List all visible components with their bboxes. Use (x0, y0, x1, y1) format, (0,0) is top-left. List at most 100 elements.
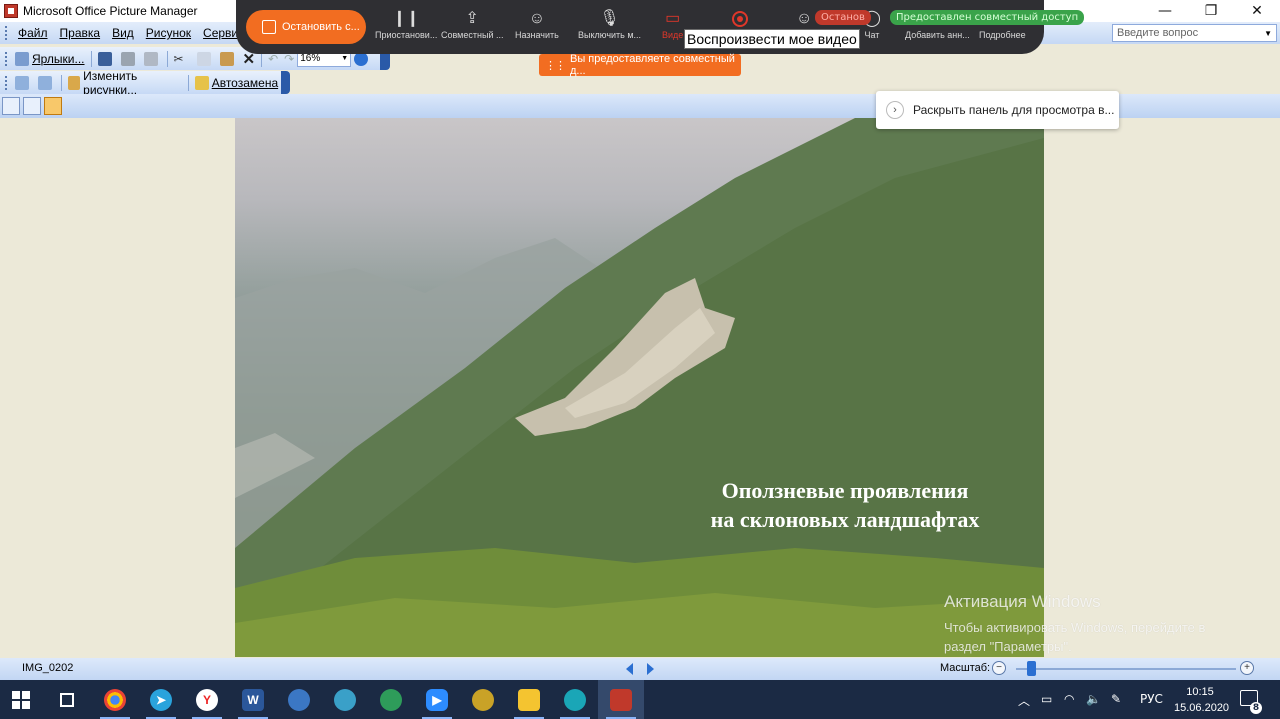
help-placeholder: Введите вопрос (1117, 27, 1199, 39)
status-bar: IMG_0202 Масштаб: − + (0, 658, 1280, 680)
taskbar-telegram[interactable]: ➤ (138, 680, 184, 719)
wifi-icon[interactable]: ◠ (1064, 692, 1074, 706)
menu-file[interactable]: Файл (12, 26, 54, 40)
sharing-status-pill: Предоставлен совместный доступ (890, 10, 1085, 25)
save-button[interactable] (95, 49, 118, 69)
folder-icon (518, 688, 540, 711)
menu-view[interactable]: Вид (106, 26, 140, 40)
new-share-button[interactable]: ⇪ Совместный ... (441, 8, 503, 40)
mute-button[interactable]: 🎙 Выключить м... (578, 8, 641, 40)
telegram-icon: ➤ (150, 688, 172, 711)
pause-share-button[interactable]: ❙❙ Приостанови... (375, 8, 437, 40)
toolbar-grip[interactable] (5, 75, 8, 90)
close-button[interactable]: ✕ (1234, 0, 1280, 22)
help-dropdown-icon[interactable]: ▼ (1264, 29, 1272, 38)
record-button[interactable] (732, 8, 748, 30)
share-label: Совместный ... (441, 30, 504, 40)
chat-label: Чат (864, 30, 880, 40)
taskbar-search-app[interactable] (322, 680, 368, 719)
sharing-notice[interactable]: ⋮⋮ Вы предоставляете совместный д... (539, 53, 741, 77)
record-icon-wrap (732, 8, 748, 30)
record-icon (732, 11, 748, 27)
taskbar-chrome[interactable] (92, 680, 138, 719)
zoom-in-icon[interactable]: + (1240, 661, 1254, 675)
zoom-combo-dropdown-icon[interactable]: ▼ (341, 55, 348, 62)
taskbar-clock[interactable]: 10:15 15.06.2020 (1174, 684, 1229, 716)
rotate-right-button[interactable] (35, 73, 58, 93)
taskbar-word[interactable]: W (230, 680, 276, 719)
participants-button[interactable]: ☺ (796, 8, 812, 30)
windows-start-icon[interactable] (12, 691, 30, 709)
zoom-slider-track[interactable] (1016, 668, 1236, 670)
picture-manager-taskbar-icon (610, 688, 632, 711)
mail-icon (143, 51, 158, 66)
help-question-input[interactable]: Введите вопрос ▼ (1112, 24, 1277, 42)
assign-label: Назначить (515, 30, 559, 40)
battery-icon[interactable]: ▭ (1041, 692, 1052, 706)
task-view-button[interactable] (44, 680, 90, 719)
caption-line-1: Оползневые проявления (721, 478, 969, 503)
menu-grip[interactable] (5, 26, 8, 40)
browser-app-icon (564, 688, 586, 711)
taskbar-file-explorer[interactable] (506, 680, 552, 719)
picture-pane: Оползневые проявления на склоновых ландш… (0, 118, 1280, 658)
expand-panel-button[interactable]: › Раскрыть панель для просмотра в... (876, 91, 1119, 129)
toolbar-grip[interactable] (5, 51, 8, 66)
google-earth-icon (288, 688, 310, 711)
previous-picture-icon[interactable] (626, 663, 633, 675)
print-button[interactable] (118, 49, 141, 69)
restore-button[interactable]: ❐ (1188, 0, 1234, 22)
assign-button[interactable]: ☺ Назначить (515, 8, 559, 40)
shortcuts-icon (15, 51, 29, 66)
stop-share-button[interactable]: Остановить с... (246, 10, 366, 44)
mute-label: Выключить м... (578, 30, 642, 40)
copy-button[interactable] (194, 49, 217, 69)
print-icon (120, 51, 135, 66)
sharing-notice-text: Вы предоставляете совместный д... (570, 53, 735, 77)
stop-share-icon (262, 20, 276, 34)
taskbar-google-earth[interactable] (276, 680, 322, 719)
taskbar-zoom[interactable]: ▶ (414, 680, 460, 719)
paste-button[interactable] (217, 49, 240, 69)
zoom-slider-thumb[interactable] (1026, 661, 1036, 676)
activation-line-2: раздел "Параметры". (944, 639, 1072, 654)
pause-label: Приостанови... (375, 30, 438, 40)
shortcuts-label: Ярлыки... (32, 51, 85, 66)
minimize-button[interactable]: — (1142, 0, 1188, 22)
single-picture-view-icon[interactable] (44, 97, 62, 115)
zoom-icon: ▶ (426, 688, 448, 711)
taskbar-globe-app[interactable] (368, 680, 414, 719)
filmstrip-view-icon[interactable] (23, 97, 41, 115)
autocorrect-button[interactable]: Автозамена (192, 73, 281, 93)
toolbar-separator (60, 74, 62, 91)
mail-button[interactable] (141, 49, 164, 69)
menu-edit[interactable]: Правка (54, 26, 107, 40)
thumbnail-view-icon[interactable] (2, 97, 20, 115)
taskbar-picture-manager[interactable] (598, 680, 644, 719)
stop-pill[interactable]: Останов (815, 10, 871, 25)
zoom-out-icon[interactable]: − (992, 661, 1006, 675)
rotate-left-icon (14, 75, 29, 90)
tray-chevron-icon[interactable]: ︿ (1018, 692, 1030, 709)
picture-toolbar: Изменить рисунки... Автозамена (0, 69, 290, 97)
drag-handle-icon[interactable]: ⋮⋮ (545, 59, 566, 72)
earth-app-icon (472, 688, 494, 711)
volume-icon[interactable]: 🔈 (1086, 692, 1101, 706)
cut-button[interactable]: ✂ (171, 49, 194, 69)
taskbar-yandex[interactable]: Y (184, 680, 230, 719)
next-picture-icon[interactable] (647, 663, 654, 675)
rotate-left-button[interactable] (12, 73, 35, 93)
shortcuts-button[interactable]: Ярлыки... (12, 49, 88, 69)
clock-time: 10:15 (1186, 686, 1214, 698)
video-button[interactable]: ▭ Виде (662, 8, 683, 40)
toolbar-options-icon[interactable] (281, 71, 290, 94)
landslide-photo: Оползневые проявления на склоновых ландш… (235, 118, 1044, 657)
taskbar-browser-app[interactable] (552, 680, 598, 719)
taskbar-earth-app[interactable] (460, 680, 506, 719)
pen-icon[interactable]: ✎ (1111, 692, 1121, 706)
autocorrect-icon (194, 75, 209, 90)
edit-pictures-button[interactable]: Изменить рисунки... (65, 69, 185, 97)
language-indicator[interactable]: РУС (1140, 692, 1163, 706)
user-icon: ☺ (528, 10, 546, 27)
menu-picture[interactable]: Рисунок (140, 26, 197, 40)
